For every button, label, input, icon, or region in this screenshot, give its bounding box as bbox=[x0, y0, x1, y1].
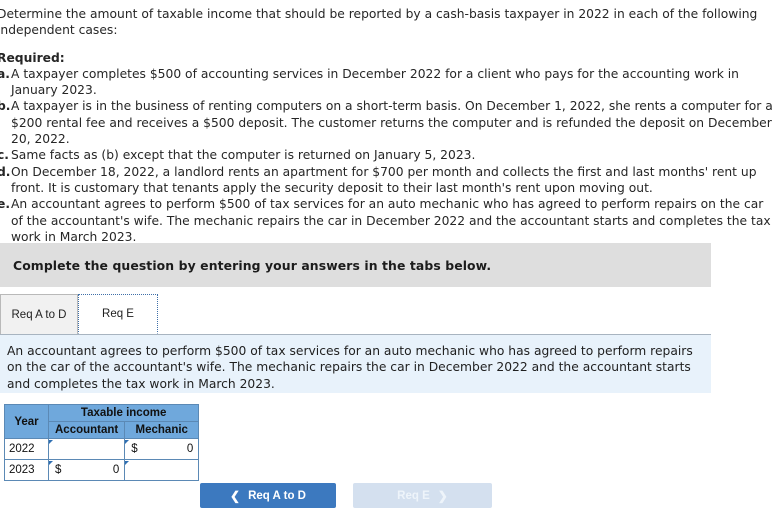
list-item: b. A taxpayer is in the business of rent… bbox=[0, 98, 779, 147]
question-stem: Determine the amount of taxable income t… bbox=[0, 6, 779, 245]
cell-mechanic-2022[interactable]: $ 0 bbox=[124, 438, 200, 460]
cell-flag-icon bbox=[49, 460, 53, 465]
table-head: Year Taxable income Accountant Mechanic bbox=[4, 404, 200, 439]
tab-label: Req E bbox=[102, 308, 134, 320]
tab-req-a-to-d[interactable]: Req A to D bbox=[0, 294, 78, 334]
list-marker: e. bbox=[0, 197, 11, 212]
list-item: d. On December 18, 2022, a landlord rent… bbox=[0, 164, 779, 197]
subquestion-panel: An accountant agrees to perform $500 of … bbox=[0, 335, 711, 393]
tab-label: Req A to D bbox=[11, 308, 67, 321]
cell-accountant-2023[interactable]: $ 0 bbox=[47, 459, 126, 481]
tab-req-e[interactable]: Req E bbox=[78, 294, 158, 334]
table-row: 2023 $ 0 bbox=[4, 459, 200, 481]
cell-value: 0 bbox=[186, 443, 194, 455]
list-text: On December 18, 2022, a landlord rents a… bbox=[11, 164, 757, 195]
cell-flag-icon bbox=[49, 439, 53, 444]
column-header-accountant: Accountant bbox=[47, 421, 126, 439]
list-text: An accountant agrees to perform $500 of … bbox=[11, 197, 771, 244]
list-text: A taxpayer completes $500 of accounting … bbox=[11, 66, 739, 98]
cell-flag-icon bbox=[125, 439, 130, 444]
subquestion-text: An accountant agrees to perform $500 of … bbox=[7, 344, 693, 391]
cell-year: 2022 bbox=[4, 438, 49, 460]
cell-mechanic-2023[interactable] bbox=[124, 459, 200, 481]
question-intro: Determine the amount of taxable income t… bbox=[0, 7, 758, 38]
currency-symbol: $ bbox=[55, 464, 62, 476]
prev-req-label: Req A to D bbox=[248, 489, 306, 502]
column-header-year: Year bbox=[4, 404, 49, 439]
table-row: 2022 $ 0 bbox=[4, 438, 200, 460]
prev-req-button[interactable]: ❮ Req A to D bbox=[200, 483, 336, 508]
list-item: c. Same facts as (b) except that the com… bbox=[0, 147, 779, 163]
instruction-banner: Complete the question by entering your a… bbox=[0, 243, 711, 287]
list-text: Same facts as (b) except that the comput… bbox=[11, 148, 476, 163]
list-marker: d. bbox=[0, 164, 11, 179]
instruction-banner-text: Complete the question by entering your a… bbox=[13, 257, 492, 273]
case-list: a. A taxpayer completes $500 of accounti… bbox=[0, 66, 779, 245]
answer-table: Year Taxable income Accountant Mechanic … bbox=[4, 404, 200, 481]
chevron-left-icon: ❮ bbox=[230, 488, 241, 503]
column-header-mechanic: Mechanic bbox=[124, 421, 200, 439]
cell-accountant-2022[interactable] bbox=[47, 438, 126, 460]
tab-strip: Req A to D Req E bbox=[0, 294, 711, 335]
list-text: A taxpayer is in the business of renting… bbox=[11, 99, 773, 147]
list-marker: b. bbox=[0, 99, 11, 114]
list-item: e. An accountant agrees to perform $500 … bbox=[0, 196, 779, 245]
required-label: Required: bbox=[0, 50, 65, 65]
cell-year: 2023 bbox=[4, 459, 49, 481]
chevron-right-icon: ❯ bbox=[437, 488, 448, 503]
table-header-row-1: Year Taxable income bbox=[4, 404, 200, 439]
currency-symbol: $ bbox=[131, 443, 138, 455]
column-header-taxable-income: Taxable income bbox=[47, 404, 200, 422]
cell-value: 0 bbox=[112, 464, 120, 476]
next-req-button: Req E ❯ bbox=[353, 483, 492, 508]
list-marker: c. bbox=[0, 148, 9, 163]
next-req-label: Req E bbox=[397, 489, 430, 502]
list-marker: a. bbox=[0, 66, 10, 81]
table-body: 2022 $ 0 2023 $ 0 bbox=[4, 438, 200, 481]
navigation-bar: ❮ Req A to D Req E ❯ bbox=[200, 483, 492, 508]
cell-flag-icon bbox=[125, 460, 130, 465]
list-item: a. A taxpayer completes $500 of accounti… bbox=[0, 66, 779, 99]
